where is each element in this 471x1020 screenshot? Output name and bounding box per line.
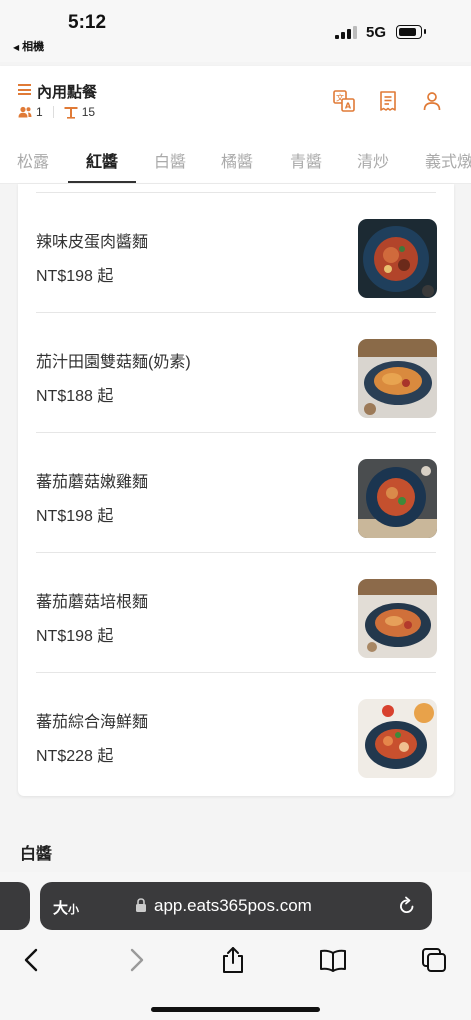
status-time: 5:12 [68, 12, 107, 33]
address-bar[interactable]: 大小 app.eats365pos.com [40, 882, 432, 930]
bookmarks-icon[interactable] [319, 946, 347, 974]
item-name: 茄汁田園雙菇麵(奶素) [36, 354, 191, 371]
tab-truffle[interactable]: 松露 [17, 148, 49, 172]
text-size-big: 大 [53, 900, 69, 917]
item-price: NT$188 起 [36, 388, 114, 405]
item-name: 蕃茄蘑菇培根麵 [36, 594, 149, 611]
battery-icon [396, 25, 426, 39]
share-icon[interactable] [219, 946, 247, 974]
table-number: 15 [81, 105, 96, 119]
item-price: NT$228 起 [36, 748, 114, 765]
item-name: 辣味皮蛋肉醬麵 [36, 234, 149, 251]
dish-photo [358, 339, 437, 418]
item-name: 蕃茄蘑菇嫩雞麵 [36, 474, 149, 491]
translate-icon[interactable]: 文 A [333, 90, 355, 112]
tab-stir-fry[interactable]: 清炒 [357, 148, 389, 172]
guests-icon [18, 106, 32, 118]
back-chevron-icon[interactable] [18, 946, 46, 974]
back-triangle-icon: ◀ [13, 43, 20, 52]
back-to-app-link[interactable]: ◀ 相機 [13, 38, 44, 54]
section-heading: 白醬 [20, 846, 53, 863]
order-meta: 1 15 [18, 104, 95, 120]
user-account-icon[interactable] [421, 90, 443, 112]
tabs-icon[interactable] [420, 946, 448, 974]
reload-icon[interactable] [398, 896, 416, 915]
item-price: NT$198 起 [36, 268, 114, 285]
status-bar: 5:12 ◀ 相機 5G [0, 0, 471, 62]
receipt-icon[interactable] [377, 90, 399, 112]
app-header: 內用點餐 1 15 文 A [0, 66, 471, 134]
menu-item[interactable]: 茄汁田園雙菇麵(奶素) NT$188 起 [18, 313, 454, 433]
lock-icon [136, 898, 146, 912]
menu-list-card: 辣味皮蛋肉醬麵 NT$198 起 茄汁田園雙菇麵(奶素) NT$188 起 蕃茄… [18, 184, 454, 796]
tab-orange-sauce[interactable]: 橘醬 [221, 148, 253, 172]
dish-photo [358, 699, 437, 778]
item-price: NT$198 起 [36, 628, 114, 645]
menu-item[interactable]: 蕃茄蘑菇培根麵 NT$198 起 [18, 553, 454, 673]
dish-photo [358, 579, 437, 658]
tab-white-sauce[interactable]: 白醬 [154, 148, 186, 172]
text-size-small: 小 [68, 904, 80, 916]
hamburger-menu-icon[interactable] [18, 84, 31, 95]
menu-item[interactable]: 蕃茄綜合海鮮麵 NT$228 起 [18, 673, 454, 793]
url-text: app.eats365pos.com [154, 896, 312, 915]
home-indicator [151, 1007, 320, 1012]
browser-toolbar: 大小 app.eats365pos.com [0, 872, 471, 1020]
dish-photo [358, 219, 437, 298]
dish-photo [358, 459, 437, 538]
tab-risotto[interactable]: 義式燉 [425, 148, 471, 172]
menu-item[interactable]: 辣味皮蛋肉醬麵 NT$198 起 [18, 193, 454, 313]
category-tabs: 松露 紅醬 白醬 橘醬 青醬 清炒 義式燉 [0, 134, 471, 184]
meta-divider [52, 106, 54, 118]
forward-chevron-icon[interactable] [122, 946, 150, 974]
tab-red-sauce[interactable]: 紅醬 [86, 148, 118, 172]
network-type: 5G [366, 24, 387, 41]
text-size-button[interactable]: 大小 [53, 897, 79, 918]
cellular-signal-icon [335, 26, 357, 39]
table-icon [64, 106, 78, 119]
svg-text:A: A [345, 102, 352, 111]
page-title: 內用點餐 [37, 84, 98, 101]
previous-tab-preview[interactable] [0, 882, 30, 930]
item-name: 蕃茄綜合海鮮麵 [36, 714, 149, 731]
back-app-label: 相機 [22, 41, 45, 53]
tab-pesto[interactable]: 青醬 [290, 148, 322, 172]
guest-count: 1 [36, 105, 43, 119]
item-price: NT$198 起 [36, 508, 114, 525]
menu-item[interactable]: 蕃茄蘑菇嫩雞麵 NT$198 起 [18, 433, 454, 553]
